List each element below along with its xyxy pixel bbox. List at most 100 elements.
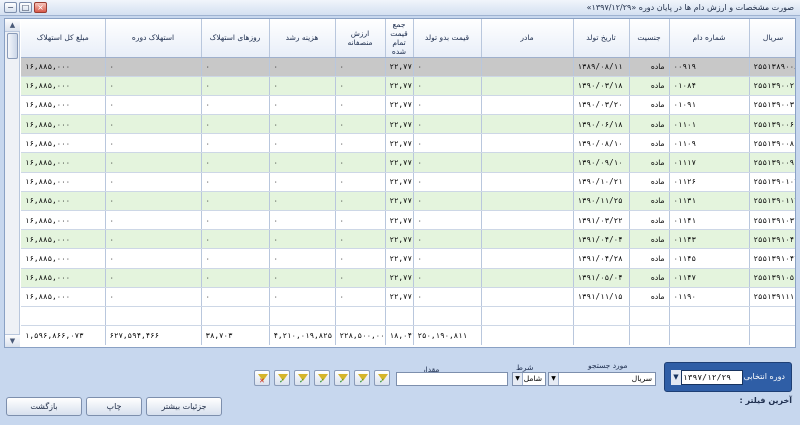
col-dep-days[interactable]: روزهای استهلاک [201, 19, 270, 58]
col-total-cost[interactable]: جمع قیمت تمام شده [385, 19, 414, 58]
cell-animal-number: ۰۱۱۲۶ [669, 172, 750, 192]
maximize-button[interactable]: □ [19, 2, 32, 13]
cell-dep-days: ۰ [201, 268, 270, 288]
amount-input[interactable] [396, 372, 508, 386]
cell-birth-price: ۰ [413, 95, 482, 116]
cell-birth-date: ۱۳۹۰/۱۱/۲۵ [573, 191, 630, 212]
condition-label: شرط [516, 363, 534, 372]
table-row[interactable]: ۱۶,۸۸۵,۰۰۰۰۰۰۰۲۲,۷۷۰,۰۰۰۰۱۳۹۰/۰۳/۱۸ماده۰… [21, 76, 795, 96]
print-button[interactable]: چاپ [86, 397, 142, 416]
col-animal-number[interactable]: شماره دام [669, 19, 750, 58]
total-cell-total-dep: ۱,۵۹۶,۸۶۶,۰۷۳ [21, 325, 106, 346]
cell-dep-days: ۰ [201, 248, 270, 269]
filter-panel: ✕ ✓ ✓ ✓ ✓ ✓ ✓ مقدار شرط ▼ شامل مورد جستج… [4, 358, 796, 394]
table-row[interactable]: ۱۶,۸۸۵,۰۰۰۰۰۰۰۲۲,۷۷۰,۰۰۰۰۱۳۹۰/۱۰/۲۱ماده۰… [21, 172, 795, 192]
check-icon: ✓ [379, 377, 385, 385]
table-row[interactable]: ۱۶,۸۸۵,۰۰۰۰۰۰۰۲۲,۷۷۰,۰۰۰۰۱۳۹۰/۰۳/۲۰ماده۰… [21, 95, 795, 116]
filter-remove-button[interactable]: ✕ [254, 370, 270, 386]
col-fair-value[interactable]: ارزش منصفانه [335, 19, 386, 58]
scroll-thumb[interactable] [7, 33, 18, 59]
cell-total-cost: ۲۲,۷۷۰,۰۰۰ [385, 248, 414, 269]
table-row[interactable]: ۱۶,۸۸۵,۰۰۰۰۰۰۰۲۲,۷۷۰,۰۰۰۰۱۳۹۱/۱۱/۱۵ماده۰… [21, 287, 795, 307]
cell-animal-number: ۰۱۱۱۷ [669, 152, 750, 173]
col-growth-cost[interactable]: هزینه رشد [269, 19, 336, 58]
minimize-button[interactable]: − [4, 2, 17, 13]
table-row[interactable]: ۱۶,۸۸۵,۰۰۰۰۰۰۰۲۲,۷۷۰,۰۰۰۰۱۳۹۱/۰۴/۲۸ماده۰… [21, 248, 795, 269]
filter-apply-button-2[interactable]: ✓ [294, 370, 310, 386]
cell-gender: ماده [629, 172, 670, 192]
cell-total-dep: ۱۶,۸۸۵,۰۰۰ [21, 133, 106, 154]
col-birth-date[interactable]: تاریخ تولد [573, 19, 630, 58]
col-period-dep[interactable]: استهلاک دوره [105, 19, 202, 58]
cell-gender: ماده [629, 133, 670, 154]
cell-birth-date: ۱۳۹۰/۰۸/۱۰ [573, 133, 630, 154]
cell-serial: ۲۵۵۱۳۸۹۰۰۸۱۱۰۱۲۰۰ [749, 57, 795, 77]
cell-total-dep: ۱۶,۸۸۵,۰۰۰ [21, 57, 106, 77]
cell-serial: ۲۵۵۱۳۹۰۱۱۲۵۰۱۸۰۰ [749, 191, 795, 212]
cell-total-cost: ۲۲,۷۷۰,۰۰۰ [385, 172, 414, 192]
filter-apply-button-1[interactable]: ✓ [274, 370, 290, 386]
cell-growth-cost: ۰ [269, 76, 336, 96]
vertical-scrollbar[interactable]: ▲ ▼ [5, 19, 20, 347]
empty-cell [481, 306, 574, 326]
cell-fair-value: ۰ [335, 76, 386, 96]
col-serial[interactable]: سریال [749, 19, 795, 58]
col-birth-price[interactable]: قیمت بدو تولد [413, 19, 482, 58]
table-row[interactable]: ۱۶,۸۸۵,۰۰۰۰۰۰۰۲۲,۷۷۰,۰۰۰۰۱۳۹۰/۰۸/۱۰ماده۰… [21, 133, 795, 154]
empty-cell [573, 306, 630, 326]
empty-cell [269, 306, 336, 326]
cell-dep-days: ۰ [201, 210, 270, 231]
total-cell-period-dep: ۶۲۷,۵۹۴,۴۶۶ [105, 325, 202, 346]
table-row[interactable]: ۱۶,۸۸۵,۰۰۰۰۰۰۰۲۲,۷۷۰,۰۰۰۰۱۳۹۱/۰۴/۰۴ماده۰… [21, 229, 795, 250]
filter-toolbar: ✕ ✓ ✓ ✓ ✓ ✓ ✓ [254, 370, 390, 386]
cell-animal-number: ۰۰۹۱۹ [669, 57, 750, 77]
close-button[interactable]: × [34, 2, 47, 13]
cell-birth-price: ۰ [413, 268, 482, 288]
table-row[interactable]: ۱۶,۸۸۵,۰۰۰۰۰۰۰۲۲,۷۷۰,۰۰۰۰۱۳۹۱/۰۳/۲۲ماده۰… [21, 210, 795, 231]
col-mother[interactable]: مادر [481, 19, 574, 58]
filter-apply-button-4[interactable]: ✓ [334, 370, 350, 386]
table-row[interactable]: ۱۶,۸۸۵,۰۰۰۰۰۰۰۲۲,۷۷۰,۰۰۰۰۱۳۸۹/۰۸/۱۱ماده۰… [21, 57, 795, 77]
scroll-down-arrow-icon[interactable]: ▼ [5, 334, 20, 347]
table-row[interactable]: ۱۶,۸۸۵,۰۰۰۰۰۰۰۲۲,۷۷۰,۰۰۰۰۱۳۹۰/۰۶/۱۸ماده۰… [21, 114, 795, 135]
cell-gender: ماده [629, 152, 670, 173]
cell-period-dep: ۰ [105, 268, 202, 288]
data-grid[interactable]: ▲ ▼ مبلغ کل استهلاک استهلاک دوره روزهای … [4, 18, 796, 348]
search-field-select[interactable]: ▼ سریال [548, 372, 656, 386]
more-details-button[interactable]: جزئیات بیشتر [146, 397, 222, 416]
cell-serial: ۲۵۵۱۳۹۱۱۱۱۵۰۰۹۸۰ [749, 287, 795, 307]
cell-birth-date: ۱۳۹۰/۰۳/۱۸ [573, 76, 630, 96]
cell-dep-days: ۰ [201, 191, 270, 212]
table-row[interactable]: ۱۶,۸۸۵,۰۰۰۰۰۰۰۲۲,۷۷۰,۰۰۰۰۱۳۹۱/۰۵/۰۴ماده۰… [21, 268, 795, 288]
cell-total-cost: ۲۲,۷۷۰,۰۰۰ [385, 268, 414, 288]
empty-cell [335, 306, 386, 326]
scroll-up-arrow-icon[interactable]: ▲ [5, 19, 20, 32]
filter-apply-button-5[interactable]: ✓ [354, 370, 370, 386]
cell-animal-number: ۰۱۱۴۷ [669, 268, 750, 288]
chevron-down-icon[interactable]: ▼ [671, 370, 682, 385]
total-cell-growth-cost: ۴,۲۱۰,۰۱۹,۸۲۵ [269, 325, 336, 346]
col-gender[interactable]: جنسیت [629, 19, 670, 58]
table-row[interactable]: ۱۶,۸۸۵,۰۰۰۰۰۰۰۲۲,۷۷۰,۰۰۰۰۱۳۹۰/۰۹/۱۰ماده۰… [21, 152, 795, 173]
cell-growth-cost: ۰ [269, 57, 336, 77]
cell-birth-price: ۰ [413, 287, 482, 307]
cell-growth-cost: ۰ [269, 268, 336, 288]
cell-animal-number: ۰۱۰۹۱ [669, 95, 750, 116]
cell-total-dep: ۱۶,۸۸۵,۰۰۰ [21, 229, 106, 250]
condition-select[interactable]: ▼ شامل [512, 372, 546, 386]
cell-mother [481, 287, 574, 307]
cell-serial: ۲۵۵۱۳۹۰۰۸۱۰۰۰۸۱۰ [749, 133, 795, 154]
cell-dep-days: ۰ [201, 57, 270, 77]
cell-animal-number: ۰۱۱۹۰ [669, 287, 750, 307]
cell-growth-cost: ۰ [269, 248, 336, 269]
back-button[interactable]: بازگشت [6, 397, 82, 416]
table-row[interactable]: ۱۶,۸۸۵,۰۰۰۰۰۰۰۲۲,۷۷۰,۰۰۰۰۱۳۹۰/۱۱/۲۵ماده۰… [21, 191, 795, 212]
filter-apply-button-3[interactable]: ✓ [314, 370, 330, 386]
cell-growth-cost: ۰ [269, 95, 336, 116]
col-total-dep[interactable]: مبلغ کل استهلاک [21, 19, 106, 58]
cell-total-cost: ۲۲,۷۷۰,۰۰۰ [385, 95, 414, 116]
cell-total-dep: ۱۶,۸۸۵,۰۰۰ [21, 248, 106, 269]
filter-apply-button-6[interactable]: ✓ [374, 370, 390, 386]
check-icon: ✓ [359, 377, 365, 385]
cell-dep-days: ۰ [201, 114, 270, 135]
